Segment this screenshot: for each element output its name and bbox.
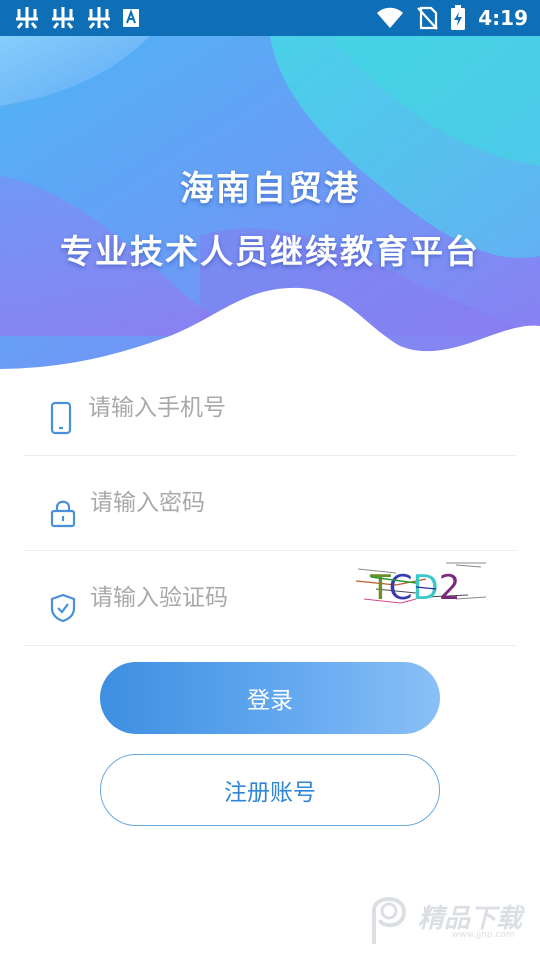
- watermark-p-icon: [372, 897, 407, 944]
- captcha-input[interactable]: [90, 551, 390, 645]
- phone-icon: [50, 401, 72, 435]
- app-notification-icon: [88, 7, 110, 29]
- hero-banner: 海南自贸港 专业技术人员继续教育平台: [0, 36, 540, 381]
- hero-title-line2: 专业技术人员继续教育平台: [60, 232, 480, 271]
- no-sim-icon: [417, 6, 439, 30]
- login-screen: 4:19 海南自贸港 专业技术人员继续教育平台 请输入手机号 请输入验证码 TC…: [0, 0, 540, 960]
- status-bar-system: 4:19: [376, 0, 528, 36]
- hero-title-line1: 海南自贸港: [180, 169, 360, 209]
- battery-charging-icon: [451, 5, 466, 30]
- wifi-icon: [377, 7, 404, 28]
- captcha-field-row: TCD2: [24, 551, 516, 646]
- app-notification-icon: [52, 7, 74, 29]
- lock-icon: [50, 500, 76, 528]
- password-input[interactable]: [90, 456, 390, 550]
- register-button[interactable]: 注册账号: [100, 754, 440, 826]
- phone-input[interactable]: [88, 361, 388, 455]
- captcha-image[interactable]: TCD2: [356, 559, 488, 607]
- app-notification-icon: [16, 7, 38, 29]
- captcha-image-text: TCD2: [369, 568, 460, 607]
- font-a-icon: [123, 9, 139, 27]
- phone-field-row: [24, 361, 516, 456]
- password-field-row: [24, 456, 516, 551]
- status-time: 4:19: [478, 6, 528, 30]
- watermark-url: www.jjnp.com: [452, 930, 515, 940]
- shield-check-icon: [50, 593, 76, 623]
- status-bar: 4:19: [0, 0, 540, 36]
- watermark-logo: 精品下载 www.jjnp.com: [364, 890, 534, 950]
- login-button[interactable]: 登录: [100, 662, 440, 734]
- status-bar-notifications: [14, 0, 140, 36]
